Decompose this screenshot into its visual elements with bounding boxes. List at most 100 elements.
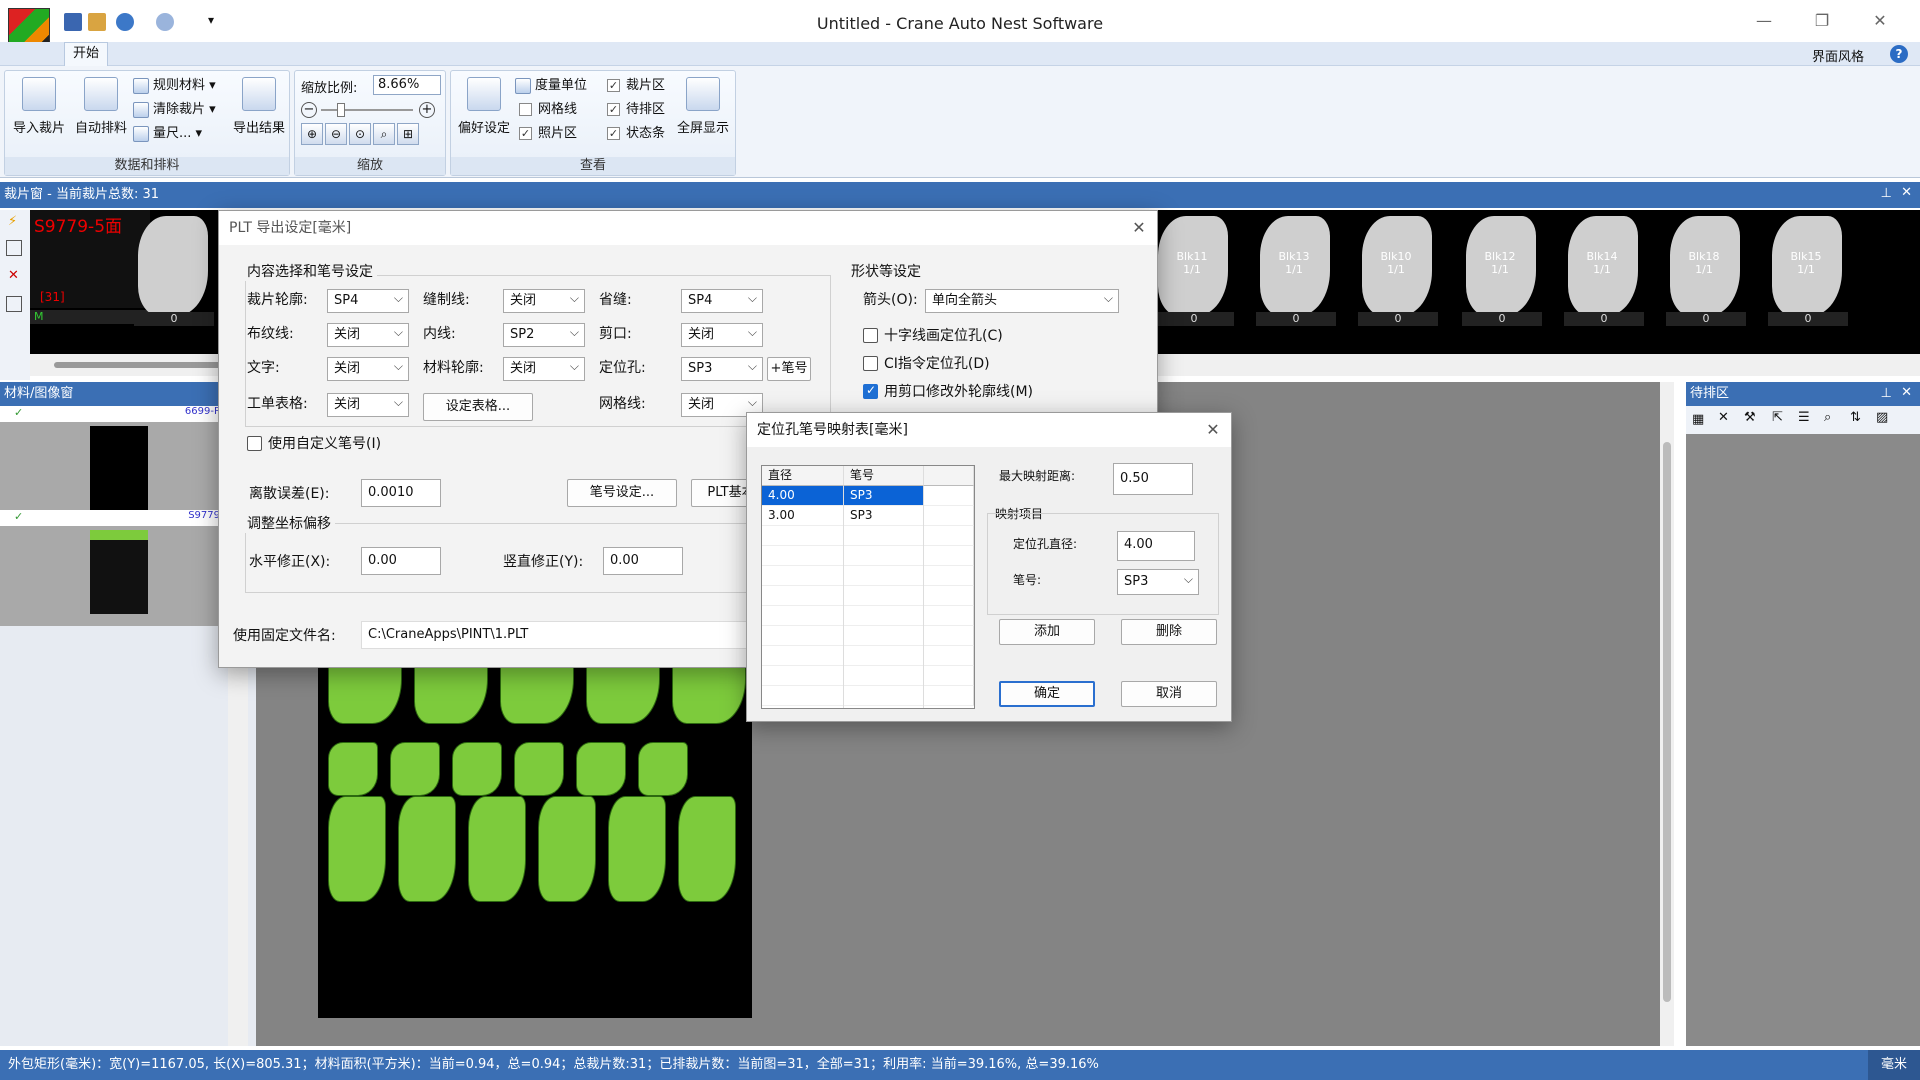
- cross-checkbox[interactable]: 十字线画定位孔(C): [863, 325, 1003, 345]
- work-scrollbar[interactable]: [1660, 382, 1674, 1046]
- export-result-button[interactable]: 导出结果: [229, 77, 289, 136]
- table-cell-diameter[interactable]: 3.00: [762, 506, 844, 526]
- chk-photo[interactable]: 照片区: [519, 123, 577, 145]
- nested-piece[interactable]: [390, 742, 440, 796]
- restore-button[interactable]: ❐: [1802, 8, 1842, 34]
- table-cell-diameter[interactable]: [762, 606, 844, 626]
- dart-select[interactable]: SP4: [681, 287, 763, 313]
- zoom-slider[interactable]: − +: [301, 101, 435, 119]
- zoom-out-icon[interactable]: ⊖: [325, 123, 347, 145]
- grain-select[interactable]: 关闭: [327, 321, 409, 347]
- checkbox-grid[interactable]: [519, 103, 532, 116]
- ok-button[interactable]: 确定: [999, 681, 1095, 707]
- table-cell-diameter[interactable]: [762, 526, 844, 546]
- sort-icon[interactable]: ⇅: [1850, 410, 1861, 425]
- pen-select[interactable]: SP3: [1117, 567, 1199, 595]
- mapping-table[interactable]: 直径 笔号 4.00 SP3 3.00 SP3: [761, 465, 975, 709]
- preferences-button[interactable]: 偏好设定: [455, 77, 513, 136]
- import-pieces-button[interactable]: 导入裁片: [9, 77, 69, 136]
- hatch-icon[interactable]: ▨: [1876, 410, 1888, 425]
- zoom-all-icon[interactable]: ⊞: [397, 123, 419, 145]
- nested-piece[interactable]: [608, 796, 666, 902]
- table-cell-pen[interactable]: SP3: [844, 506, 924, 526]
- close-icon[interactable]: ✕: [1119, 211, 1159, 245]
- measure-button[interactable]: 量尺... ▾: [133, 123, 202, 145]
- sort-icon[interactable]: [6, 240, 22, 256]
- sew-select[interactable]: 关闭: [503, 287, 585, 313]
- inner-select[interactable]: SP2: [503, 321, 585, 347]
- checkbox-photo[interactable]: [519, 127, 532, 140]
- worksheet-select[interactable]: 关闭: [327, 391, 409, 417]
- table-cell-diameter[interactable]: [762, 666, 844, 686]
- minimize-button[interactable]: —: [1744, 8, 1784, 34]
- nested-piece[interactable]: [452, 742, 502, 796]
- checkbox-cutzone[interactable]: [607, 79, 620, 92]
- vfix-input[interactable]: 0.00: [603, 547, 683, 575]
- table-cell-diameter[interactable]: [762, 686, 844, 706]
- add-button[interactable]: 添加: [999, 619, 1095, 645]
- nested-piece[interactable]: [514, 742, 564, 796]
- table-cell-pen[interactable]: SP3: [844, 486, 924, 506]
- nested-piece[interactable]: [328, 742, 378, 796]
- table-cell-pen[interactable]: [844, 526, 924, 546]
- checkbox-status[interactable]: [607, 127, 620, 140]
- clear-pieces-button[interactable]: 清除裁片 ▾: [133, 99, 216, 121]
- close-panel-icon[interactable]: ✕: [1901, 185, 1912, 200]
- delete-piece-icon[interactable]: ✕: [8, 268, 19, 283]
- pending-area[interactable]: [1686, 434, 1920, 1046]
- pen-plus-button[interactable]: +笔号: [767, 357, 811, 381]
- rule-material-button[interactable]: 规则材料 ▾: [133, 75, 216, 97]
- hfix-input[interactable]: 0.00: [361, 547, 441, 575]
- table-cell-pen[interactable]: [844, 606, 924, 626]
- table-cell-diameter[interactable]: [762, 586, 844, 606]
- checkbox-box[interactable]: [247, 435, 262, 451]
- fixed-file-input[interactable]: C:\CraneApps\PINT\1.PLT: [361, 621, 761, 649]
- notch-select[interactable]: 关闭: [681, 321, 763, 347]
- table-cell-diameter[interactable]: [762, 546, 844, 566]
- table-cell-diameter[interactable]: [762, 626, 844, 646]
- cut-outline-select[interactable]: SP4: [327, 287, 409, 313]
- unit-button[interactable]: 度量单位: [515, 75, 587, 97]
- notch-outline-checkbox[interactable]: 用剪口修改外轮廓线(M): [863, 381, 1033, 401]
- checkbox-box[interactable]: [863, 383, 878, 399]
- material-item-2[interactable]: [0, 526, 224, 626]
- grid-icon[interactable]: ▦: [1692, 412, 1704, 427]
- chk-cutzone[interactable]: 裁片区: [607, 75, 665, 97]
- pin-icon[interactable]: ⊥: [1881, 186, 1892, 201]
- fullscreen-button[interactable]: 全屏显示: [673, 77, 733, 136]
- export-icon[interactable]: ⇱: [1772, 410, 1783, 425]
- zoom-icon[interactable]: ⌕: [1824, 410, 1831, 425]
- ci-checkbox[interactable]: CI指令定位孔(D): [863, 353, 990, 373]
- table-cell-pen[interactable]: [844, 686, 924, 706]
- col-pen-header[interactable]: 笔号: [844, 466, 924, 486]
- chk-grid[interactable]: 网格线: [519, 99, 577, 121]
- text-select[interactable]: 关闭: [327, 355, 409, 381]
- custom-pen-checkbox[interactable]: 使用自定义笔号(I): [247, 433, 381, 453]
- table-cell-diameter[interactable]: 4.00: [762, 486, 844, 506]
- chk-status[interactable]: 状态条: [607, 123, 665, 145]
- zoom-window-icon[interactable]: ⌕: [373, 123, 395, 145]
- zoom-input[interactable]: 8.66%: [373, 75, 441, 95]
- close-button[interactable]: ✕: [1860, 8, 1900, 34]
- checkbox-pending[interactable]: [607, 103, 620, 116]
- tolerance-input[interactable]: 0.0010: [361, 479, 441, 507]
- set-table-button[interactable]: 设定表格...: [423, 393, 533, 421]
- close-panel-icon[interactable]: ✕: [1901, 385, 1912, 400]
- nested-piece[interactable]: [638, 742, 688, 796]
- tools-icon[interactable]: ⚒: [1744, 410, 1756, 425]
- material-item-1[interactable]: [0, 422, 224, 522]
- nested-piece[interactable]: [468, 796, 526, 902]
- nested-piece[interactable]: [678, 796, 736, 902]
- table-cell-pen[interactable]: [844, 646, 924, 666]
- drill-select[interactable]: SP3: [681, 355, 763, 381]
- delete-button[interactable]: 删除: [1121, 619, 1217, 645]
- table-cell-diameter[interactable]: [762, 566, 844, 586]
- nested-piece[interactable]: [538, 796, 596, 902]
- delete-icon[interactable]: ✕: [1718, 410, 1729, 425]
- tab-start[interactable]: 开始: [64, 42, 108, 66]
- auto-nest-button[interactable]: 自动排料: [71, 77, 131, 136]
- table-cell-diameter[interactable]: [762, 646, 844, 666]
- theme-menu[interactable]: 界面风格: [1812, 46, 1864, 65]
- zoom-fit-icon[interactable]: ⊙: [349, 123, 371, 145]
- checkbox-box[interactable]: [863, 327, 878, 343]
